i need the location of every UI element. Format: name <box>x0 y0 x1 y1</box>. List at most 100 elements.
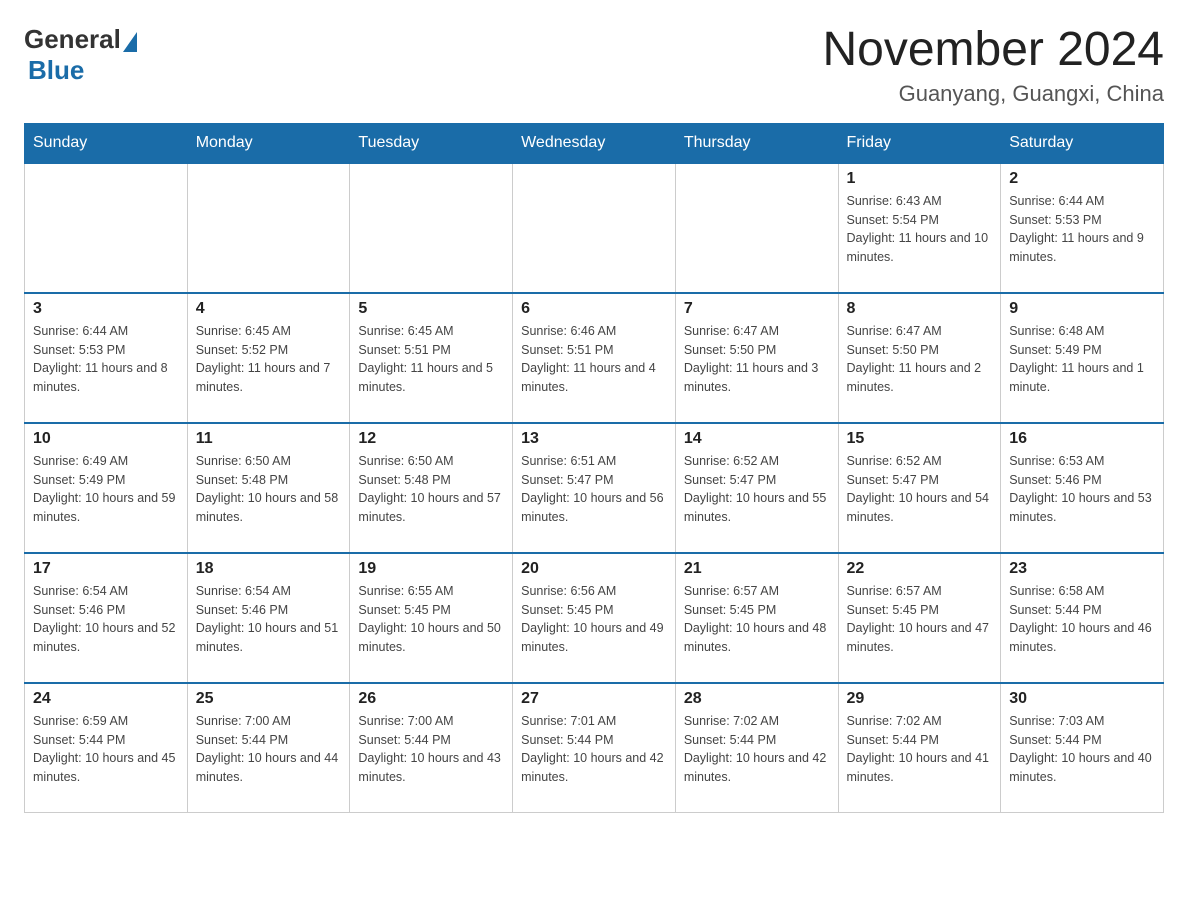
calendar-cell: 7 Sunrise: 6:47 AMSunset: 5:50 PMDaylight… <box>675 293 838 423</box>
calendar-cell: 26Sunrise: 7:00 AMSunset: 5:44 PMDayligh… <box>350 683 513 813</box>
day-number: 2 <box>1009 170 1155 188</box>
day-number: 25 <box>196 690 342 708</box>
calendar-cell: 29Sunrise: 7:02 AMSunset: 5:44 PMDayligh… <box>838 683 1001 813</box>
calendar-cell: 11Sunrise: 6:50 AMSunset: 5:48 PMDayligh… <box>187 423 350 553</box>
day-number: 15 <box>847 430 993 448</box>
calendar-cell: 18 Sunrise: 6:54 AMSunset: 5:46 PMDayligh… <box>187 553 350 683</box>
day-number: 8 <box>847 300 993 318</box>
calendar-cell: 30 Sunrise: 7:03 AMSunset: 5:44 PMDayligh… <box>1001 683 1164 813</box>
calendar-cell: 25 Sunrise: 7:00 AMSunset: 5:44 PMDayligh… <box>187 683 350 813</box>
day-number: 19 <box>358 560 504 578</box>
day-info: Sunrise: 6:47 AMSunset: 5:50 PMDaylight:… <box>847 322 993 397</box>
calendar-header-saturday: Saturday <box>1001 123 1164 163</box>
day-info: Sunrise: 6:56 AMSunset: 5:45 PMDaylight:… <box>521 582 667 657</box>
day-number: 27 <box>521 690 667 708</box>
day-number: 23 <box>1009 560 1155 578</box>
day-number: 5 <box>358 300 504 318</box>
day-info: Sunrise: 6:59 AMSunset: 5:44 PMDaylight:… <box>33 712 179 787</box>
day-info: Sunrise: 6:45 AMSunset: 5:52 PMDaylight:… <box>196 322 342 397</box>
calendar-cell: 27 Sunrise: 7:01 AMSunset: 5:44 PMDayligh… <box>513 683 676 813</box>
calendar-cell: 22 Sunrise: 6:57 AMSunset: 5:45 PMDayligh… <box>838 553 1001 683</box>
calendar-cell <box>350 163 513 293</box>
day-number: 20 <box>521 560 667 578</box>
logo-blue-text: Blue <box>28 55 84 85</box>
day-info: Sunrise: 6:54 AMSunset: 5:46 PMDaylight:… <box>196 582 342 657</box>
calendar-cell: 9 Sunrise: 6:48 AMSunset: 5:49 PMDaylight… <box>1001 293 1164 423</box>
day-number: 28 <box>684 690 830 708</box>
calendar-cell: 12Sunrise: 6:50 AMSunset: 5:48 PMDayligh… <box>350 423 513 553</box>
day-number: 21 <box>684 560 830 578</box>
day-info: Sunrise: 6:44 AMSunset: 5:53 PMDaylight:… <box>1009 192 1155 267</box>
logo-general-text: General <box>24 24 121 55</box>
calendar-cell: 10 Sunrise: 6:49 AMSunset: 5:49 PMDayligh… <box>25 423 188 553</box>
day-info: Sunrise: 6:47 AMSunset: 5:50 PMDaylight:… <box>684 322 830 397</box>
day-info: Sunrise: 6:54 AMSunset: 5:46 PMDaylight:… <box>33 582 179 657</box>
day-number: 4 <box>196 300 342 318</box>
day-number: 10 <box>33 430 179 448</box>
day-info: Sunrise: 6:48 AMSunset: 5:49 PMDaylight:… <box>1009 322 1155 397</box>
title-section: November 2024 Guanyang, Guangxi, China <box>822 24 1164 107</box>
day-info: Sunrise: 7:01 AMSunset: 5:44 PMDaylight:… <box>521 712 667 787</box>
calendar-cell <box>675 163 838 293</box>
calendar-cell: 28Sunrise: 7:02 AMSunset: 5:44 PMDayligh… <box>675 683 838 813</box>
day-info: Sunrise: 7:00 AMSunset: 5:44 PMDaylight:… <box>196 712 342 787</box>
day-number: 1 <box>847 170 993 188</box>
calendar-header-wednesday: Wednesday <box>513 123 676 163</box>
calendar-week-row: 3 Sunrise: 6:44 AMSunset: 5:53 PMDaylight… <box>25 293 1164 423</box>
day-info: Sunrise: 6:44 AMSunset: 5:53 PMDaylight:… <box>33 322 179 397</box>
page-header: General Blue November 2024 Guanyang, Gua… <box>24 24 1164 107</box>
calendar-week-row: 1 Sunrise: 6:43 AMSunset: 5:54 PMDaylight… <box>25 163 1164 293</box>
calendar-cell: 4 Sunrise: 6:45 AMSunset: 5:52 PMDaylight… <box>187 293 350 423</box>
calendar-week-row: 17 Sunrise: 6:54 AMSunset: 5:46 PMDayligh… <box>25 553 1164 683</box>
calendar-cell: 16 Sunrise: 6:53 AMSunset: 5:46 PMDayligh… <box>1001 423 1164 553</box>
day-number: 7 <box>684 300 830 318</box>
calendar-cell: 1 Sunrise: 6:43 AMSunset: 5:54 PMDaylight… <box>838 163 1001 293</box>
day-number: 14 <box>684 430 830 448</box>
calendar-cell: 5 Sunrise: 6:45 AMSunset: 5:51 PMDaylight… <box>350 293 513 423</box>
calendar-cell <box>25 163 188 293</box>
day-info: Sunrise: 6:52 AMSunset: 5:47 PMDaylight:… <box>847 452 993 527</box>
calendar-cell: 24 Sunrise: 6:59 AMSunset: 5:44 PMDayligh… <box>25 683 188 813</box>
day-number: 16 <box>1009 430 1155 448</box>
calendar-cell: 2 Sunrise: 6:44 AMSunset: 5:53 PMDaylight… <box>1001 163 1164 293</box>
day-number: 6 <box>521 300 667 318</box>
calendar-cell: 14 Sunrise: 6:52 AMSunset: 5:47 PMDayligh… <box>675 423 838 553</box>
calendar-cell: 8 Sunrise: 6:47 AMSunset: 5:50 PMDaylight… <box>838 293 1001 423</box>
calendar-header-thursday: Thursday <box>675 123 838 163</box>
calendar-cell: 19 Sunrise: 6:55 AMSunset: 5:45 PMDayligh… <box>350 553 513 683</box>
day-number: 3 <box>33 300 179 318</box>
calendar-cell: 15 Sunrise: 6:52 AMSunset: 5:47 PMDayligh… <box>838 423 1001 553</box>
day-number: 26 <box>358 690 504 708</box>
day-number: 22 <box>847 560 993 578</box>
day-info: Sunrise: 6:57 AMSunset: 5:45 PMDaylight:… <box>847 582 993 657</box>
day-info: Sunrise: 6:50 AMSunset: 5:48 PMDaylight:… <box>358 452 504 527</box>
calendar-table: SundayMondayTuesdayWednesdayThursdayFrid… <box>24 123 1164 814</box>
calendar-location: Guanyang, Guangxi, China <box>822 81 1164 107</box>
day-number: 18 <box>196 560 342 578</box>
calendar-cell: 6 Sunrise: 6:46 AMSunset: 5:51 PMDaylight… <box>513 293 676 423</box>
day-info: Sunrise: 6:57 AMSunset: 5:45 PMDaylight:… <box>684 582 830 657</box>
day-info: Sunrise: 6:49 AMSunset: 5:49 PMDaylight:… <box>33 452 179 527</box>
calendar-week-row: 10 Sunrise: 6:49 AMSunset: 5:49 PMDayligh… <box>25 423 1164 553</box>
day-number: 11 <box>196 430 342 448</box>
day-info: Sunrise: 6:43 AMSunset: 5:54 PMDaylight:… <box>847 192 993 267</box>
day-number: 24 <box>33 690 179 708</box>
logo: General Blue <box>24 24 139 86</box>
day-info: Sunrise: 7:03 AMSunset: 5:44 PMDaylight:… <box>1009 712 1155 787</box>
day-number: 17 <box>33 560 179 578</box>
day-info: Sunrise: 6:46 AMSunset: 5:51 PMDaylight:… <box>521 322 667 397</box>
day-info: Sunrise: 6:58 AMSunset: 5:44 PMDaylight:… <box>1009 582 1155 657</box>
day-number: 9 <box>1009 300 1155 318</box>
calendar-header-tuesday: Tuesday <box>350 123 513 163</box>
day-info: Sunrise: 6:53 AMSunset: 5:46 PMDaylight:… <box>1009 452 1155 527</box>
calendar-header-friday: Friday <box>838 123 1001 163</box>
day-info: Sunrise: 6:55 AMSunset: 5:45 PMDaylight:… <box>358 582 504 657</box>
day-number: 30 <box>1009 690 1155 708</box>
day-info: Sunrise: 6:45 AMSunset: 5:51 PMDaylight:… <box>358 322 504 397</box>
day-number: 29 <box>847 690 993 708</box>
calendar-cell: 3 Sunrise: 6:44 AMSunset: 5:53 PMDaylight… <box>25 293 188 423</box>
calendar-header-monday: Monday <box>187 123 350 163</box>
calendar-cell: 20 Sunrise: 6:56 AMSunset: 5:45 PMDayligh… <box>513 553 676 683</box>
day-info: Sunrise: 6:52 AMSunset: 5:47 PMDaylight:… <box>684 452 830 527</box>
day-number: 13 <box>521 430 667 448</box>
